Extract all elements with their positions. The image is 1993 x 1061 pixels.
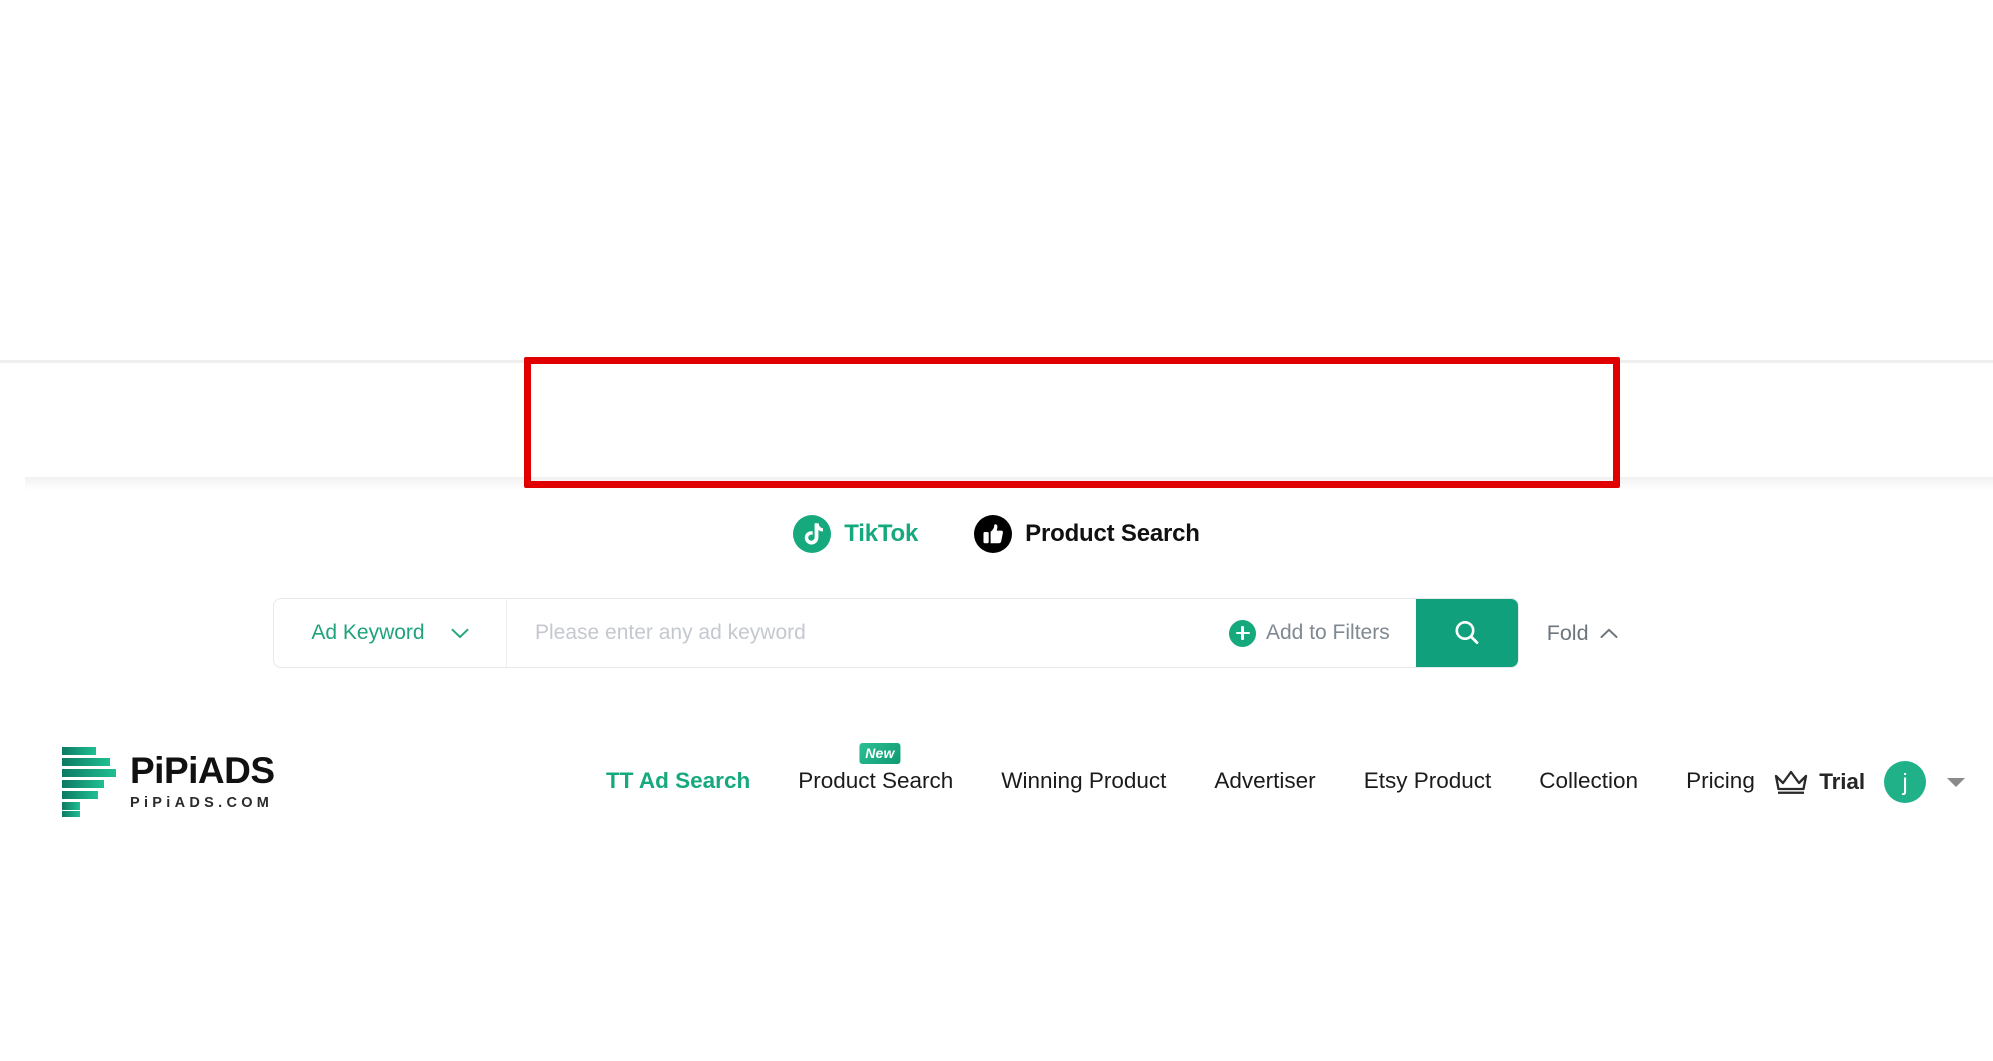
brand-logo[interactable]: PiPiADS PiPiADS.COM — [62, 747, 275, 817]
main-navigation: TT Ad Search New Product Search Winning … — [582, 743, 1779, 795]
fold-label: Fold — [1546, 620, 1589, 645]
search-input-wrapper — [507, 599, 1225, 667]
trial-button[interactable]: Trial — [1774, 769, 1865, 795]
nav-item-collection[interactable]: Collection — [1515, 767, 1662, 795]
crown-icon — [1775, 770, 1808, 794]
nav-item-etsy-product[interactable]: Etsy Product — [1340, 767, 1516, 795]
source-tab-tiktok[interactable]: TikTok — [793, 515, 918, 553]
nav-label: TT Ad Search — [606, 768, 751, 793]
nav-label: Collection — [1539, 768, 1639, 793]
plus-circle-icon — [1229, 619, 1256, 647]
source-tab-product-search[interactable]: Product Search — [974, 515, 1200, 553]
chevron-down-icon — [451, 628, 469, 638]
nav-item-tt-ad-search[interactable]: TT Ad Search — [582, 767, 774, 795]
nav-label: Advertiser — [1214, 768, 1316, 793]
search-bar: Ad Keyword Add to Filters — [273, 598, 1519, 668]
search-row: Ad Keyword Add to Filters Fold — [273, 598, 1618, 668]
new-badge: New — [859, 743, 901, 764]
nav-label: Product Search — [798, 768, 954, 793]
site-header: PiPiADS PiPiADS.COM TT Ad Search New Pro… — [0, 360, 1993, 817]
header-shadow — [25, 477, 1993, 491]
trial-label: Trial — [1819, 769, 1865, 794]
keyword-type-value: Ad Keyword — [311, 621, 425, 644]
source-tab-label: Product Search — [1025, 520, 1200, 547]
bars-logo-icon — [62, 747, 116, 817]
brand-domain: PiPiADS.COM — [130, 794, 274, 811]
avatar[interactable]: j — [1884, 761, 1926, 803]
header-right-cluster: Trial j — [1774, 761, 1965, 803]
brand-name: PiPiADS — [130, 749, 275, 791]
nav-label: Etsy Product — [1363, 768, 1492, 793]
thumbs-up-icon — [974, 515, 1013, 553]
source-tab-group: TikTok Product Search — [0, 515, 1993, 553]
nav-item-advertiser[interactable]: Advertiser — [1190, 767, 1339, 795]
nav-label: Winning Product — [1001, 768, 1167, 793]
nav-item-winning-product[interactable]: Winning Product — [977, 767, 1190, 795]
nav-item-product-search[interactable]: New Product Search — [774, 743, 977, 795]
search-submit-button[interactable] — [1415, 599, 1518, 667]
fold-toggle[interactable]: Fold — [1519, 598, 1618, 668]
chevron-up-icon — [1600, 628, 1618, 638]
chevron-down-icon[interactable] — [1947, 777, 1965, 787]
tiktok-note-icon — [793, 515, 832, 553]
nav-label: Pricing — [1686, 768, 1755, 793]
source-tab-label: TikTok — [844, 520, 919, 547]
nav-item-pricing[interactable]: Pricing — [1662, 767, 1779, 795]
keyword-type-select[interactable]: Ad Keyword — [274, 599, 507, 667]
add-to-filters-button[interactable]: Add to Filters — [1225, 599, 1416, 667]
search-input[interactable] — [533, 620, 1225, 646]
add-to-filters-label: Add to Filters — [1266, 621, 1390, 644]
search-icon — [1455, 621, 1479, 644]
